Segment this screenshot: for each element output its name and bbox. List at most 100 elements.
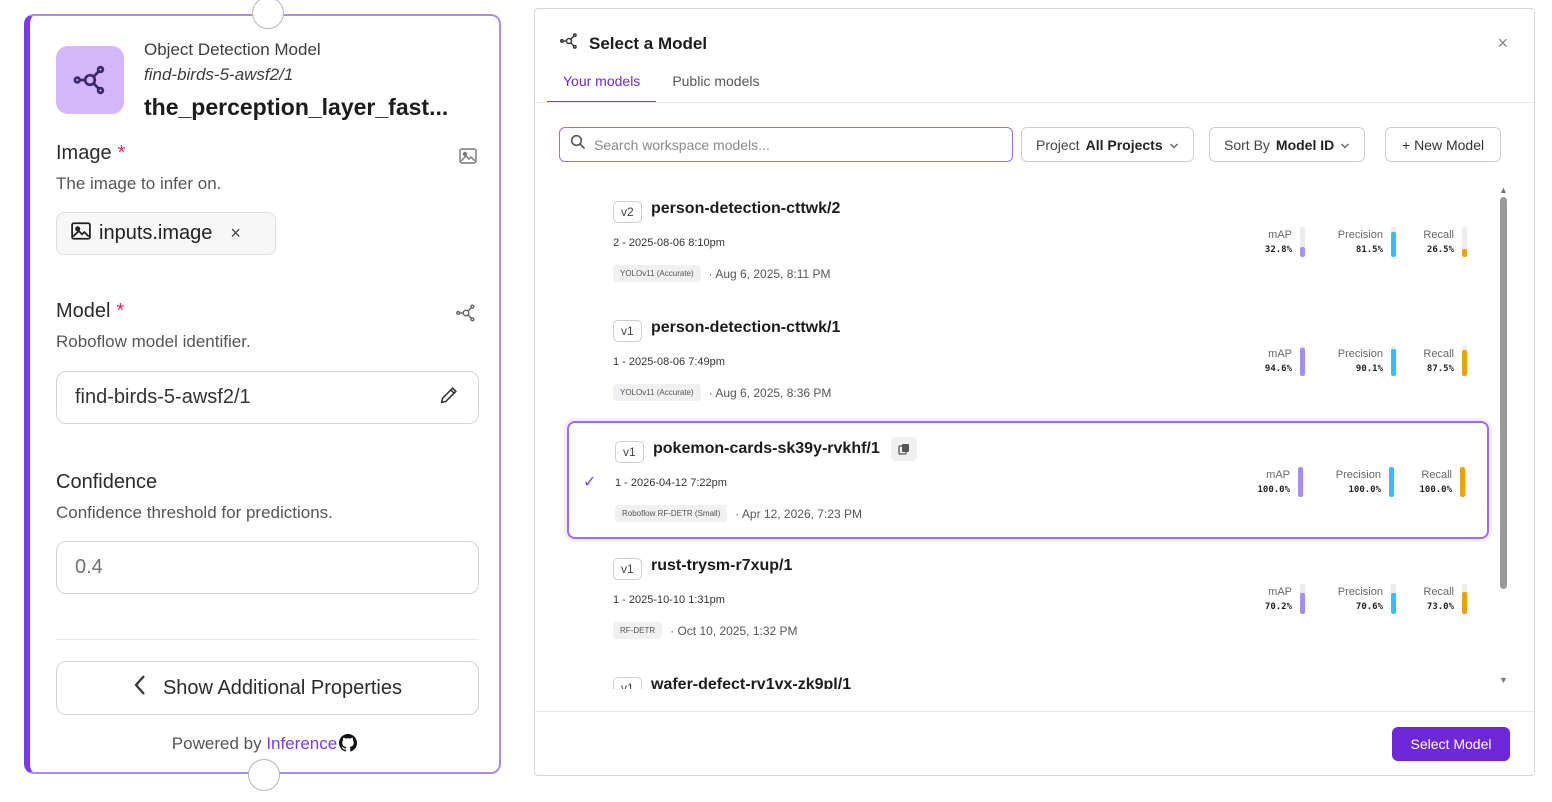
block-model-id: find-birds-5-awsf2/1 [144,65,294,84]
project-filter-dropdown[interactable]: Project All Projects [1021,127,1194,162]
model-graph-icon [559,31,579,56]
model-row[interactable]: v1 wafer-defect-rv1vx-zk9pl/1 [567,659,1489,689]
search-field[interactable] [559,127,1013,162]
model-name: person-detection-cttwk/1 [651,319,841,336]
image-field-label: Image * [56,142,126,164]
model-field-description: Roboflow model identifier. [56,332,251,351]
metric-bar [1462,227,1467,257]
trained-date: · Aug 6, 2025, 8:11 PM [708,266,831,281]
metric-label: mAP [1268,229,1292,241]
model-meta: Roboflow RF-DETR (Small) · Apr 12, 2026, … [615,505,862,522]
model-metrics: mAP 70.2% Precision 70.6% Recall 73.0% [1254,584,1467,614]
show-additional-properties-button[interactable]: Show Additional Properties [56,661,479,715]
confidence-value: 0.4 [75,556,103,578]
model-meta: RF-DETR · Oct 10, 2025, 1:32 PM [613,622,798,639]
image-input-chip[interactable]: inputs.image × [56,212,276,255]
model-type-badge: RF-DETR [613,622,663,639]
metric-bar-fill [1391,232,1396,257]
pencil-icon[interactable] [438,384,460,412]
scrollbar-thumb[interactable] [1500,197,1507,589]
scrollbar[interactable]: ▲ ▼ [1499,185,1508,685]
metric-bar-fill [1300,347,1305,376]
metric-bar [1460,467,1465,497]
model-version-date: 1 - 2025-08-06 7:49pm [613,356,725,368]
metric-label: Precision [1337,229,1383,241]
metric-text: Precision 90.1% [1323,348,1383,374]
model-id-value: find-birds-5-awsf2/1 [75,386,251,408]
metric-bar-fill [1460,467,1465,497]
model-name: pokemon-cards-sk39y-rvkhf/1 [653,440,880,457]
model-version-date: 2 - 2025-08-06 8:10pm [613,237,725,249]
sort-by-dropdown[interactable]: Sort By Model ID [1209,127,1366,162]
new-model-button[interactable]: + New Model [1385,127,1502,162]
metric-bar [1391,346,1396,376]
metric-map: mAP 70.2% [1254,584,1305,614]
remove-chip-button[interactable]: × [230,223,241,244]
metric-bar [1389,467,1394,497]
model-metrics: mAP 94.6% Precision 90.1% Recall 87.5% [1254,346,1467,376]
model-row[interactable]: v1 person-detection-cttwk/1 1 - 2025-08-06… [567,302,1489,420]
metric-value: 32.8% [1264,245,1292,255]
metric-precision: Precision 90.1% [1323,346,1396,376]
confidence-input[interactable]: 0.4 [56,541,479,594]
metric-text: Precision 100.0% [1321,469,1381,495]
metric-bar-fill [1298,467,1303,497]
modal-title: Select a Model [589,33,708,53]
chevron-down-icon [1340,137,1350,153]
chip-label: inputs.image [99,222,213,244]
model-version-date: 1 - 2026-04-12 7:22pm [615,477,727,489]
divider [535,711,1534,712]
model-id-field[interactable]: find-birds-5-awsf2/1 [56,371,479,424]
select-model-modal: Select a Model × Your models Public mode… [534,8,1535,776]
block-config-panel: Object Detection Model find-birds-5-awsf… [24,0,501,791]
metric-text: mAP 70.2% [1254,586,1292,612]
input-connection-handle[interactable] [252,0,284,29]
metric-label: Recall [1423,348,1454,360]
version-badge: v1 [613,558,642,580]
metric-bar-fill [1462,248,1467,257]
metric-bar [1462,346,1467,376]
metric-bar-fill [1300,247,1305,257]
scroll-down-arrow-icon[interactable]: ▼ [1499,675,1508,685]
metric-text: Recall 87.5% [1414,348,1454,374]
metric-label: Recall [1423,229,1454,241]
search-input[interactable] [594,136,994,153]
tab-public-models[interactable]: Public models [656,67,775,103]
metric-precision: Precision 100.0% [1321,467,1394,497]
metric-value: 100.0% [1348,485,1381,495]
metric-text: mAP 94.6% [1254,348,1292,374]
model-name: person-detection-cttwk/2 [651,200,841,217]
metric-label: Recall [1421,469,1452,481]
trained-date: · Apr 12, 2026, 7:23 PM [735,506,862,521]
metric-label: Recall [1423,586,1454,598]
model-type-badge: YOLOv11 (Accurate) [613,265,701,282]
copy-icon[interactable] [891,437,917,461]
close-icon[interactable]: × [1497,33,1508,54]
select-model-button[interactable]: Select Model [1392,727,1510,761]
block-name[interactable]: the_perception_layer_fast... [144,94,448,121]
model-row[interactable]: ✓ v1 pokemon-cards-sk39y-rvkhf/1 1 - 2026-0… [567,421,1489,539]
metric-text: Precision 70.6% [1323,586,1383,612]
version-badge: v1 [613,677,642,689]
metric-value: 81.5% [1355,245,1383,255]
version-badge: v2 [613,201,642,223]
metric-recall: Recall 100.0% [1412,467,1465,497]
metric-bar [1391,227,1396,257]
modal-header: Select a Model [559,31,707,56]
required-marker: * [117,142,126,164]
metric-label: mAP [1268,586,1292,598]
metric-value: 90.1% [1355,364,1383,374]
output-connection-handle[interactable] [248,759,280,791]
metric-recall: Recall 87.5% [1414,346,1467,376]
metric-value: 26.5% [1426,245,1454,255]
metric-recall: Recall 26.5% [1414,227,1467,257]
inference-link[interactable]: Inference [266,734,337,753]
trained-date: · Aug 6, 2025, 8:36 PM [708,385,832,400]
model-row[interactable]: v1 rust-trysm-r7xup/1 1 - 2025-10-10 1:31p… [567,540,1489,658]
scroll-up-arrow-icon[interactable]: ▲ [1499,185,1508,195]
metric-bar [1462,584,1467,614]
metric-map: mAP 100.0% [1252,467,1303,497]
github-icon[interactable] [339,734,358,757]
tab-your-models[interactable]: Your models [547,67,657,103]
model-row[interactable]: v2 person-detection-cttwk/2 2 - 2025-08-06… [567,183,1489,301]
